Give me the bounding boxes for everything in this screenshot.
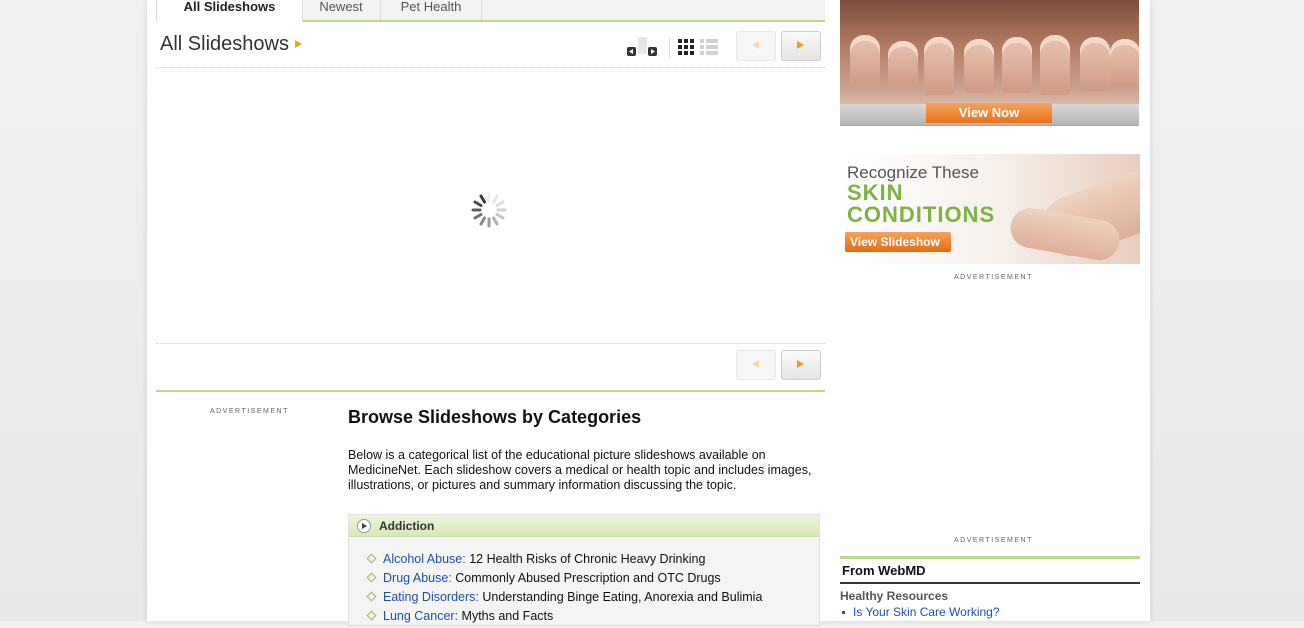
- bullet-icon: [366, 591, 377, 602]
- category-header[interactable]: Addiction: [349, 515, 819, 537]
- view-slideshow-button[interactable]: View Slideshow: [845, 232, 951, 252]
- view-divider: [669, 38, 670, 58]
- category-panel-addiction: Addiction Alcohol Abuse: 12 Health Risks…: [348, 514, 820, 626]
- title-arrow-icon: [294, 39, 302, 48]
- category-title: Addiction: [379, 519, 435, 533]
- promo-image-part: [1002, 37, 1032, 93]
- slideshow-desc: 12 Health Risks of Chronic Heavy Drinkin…: [469, 552, 706, 566]
- prev-arrow-icon: [752, 41, 759, 49]
- loading-spinner-icon: [471, 192, 507, 228]
- tab-all-slideshows[interactable]: All Slideshows: [156, 0, 303, 22]
- bullet-icon: [366, 610, 377, 621]
- prev-button-bottom[interactable]: [736, 350, 776, 380]
- next-arrow-icon: [797, 360, 804, 368]
- tab-newest[interactable]: Newest: [302, 0, 381, 20]
- browse-heading: Browse Slideshows by Categories: [348, 407, 642, 427]
- divider-bottom: [156, 343, 825, 344]
- grid-view-icon[interactable]: [678, 39, 696, 55]
- list-item: Drug Abuse: Commonly Abused Prescription…: [366, 571, 762, 590]
- promo-image-part: [1080, 37, 1110, 91]
- promo-image-part: [1110, 39, 1139, 87]
- prev-button-top[interactable]: [736, 31, 776, 61]
- play-icon: [357, 519, 371, 533]
- divider-top: [156, 67, 825, 68]
- promo-image-part: [1040, 35, 1070, 95]
- promo-image-part: [964, 39, 994, 93]
- promo-line2: SKIN CONDITIONS: [847, 182, 995, 226]
- page-title-text: All Slideshows: [160, 33, 289, 55]
- slideshow-link[interactable]: Drug Abuse:: [383, 571, 452, 585]
- bullet-icon: [366, 553, 377, 564]
- ad-label-left: ADVERTISEMENT: [210, 408, 289, 415]
- promo-word-conditions: CONDITIONS: [847, 202, 996, 227]
- page-title: All Slideshows: [160, 33, 302, 56]
- category-list: Alcohol Abuse: 12 Health Risks of Chroni…: [366, 552, 762, 628]
- promo-nail-fungus[interactable]: View Now: [840, 0, 1139, 126]
- promo-skin-conditions[interactable]: Recognize These SKIN CONDITIONS View Slid…: [840, 154, 1140, 264]
- promo-image-part: [888, 41, 918, 85]
- webmd-heading: From WebMD: [842, 563, 926, 578]
- webmd-link-item: Is Your Skin Care Working?: [842, 605, 1000, 619]
- next-button-top[interactable]: [781, 31, 821, 61]
- webmd-subheading: Healthy Resources: [840, 589, 949, 603]
- prev-arrow-icon: [752, 360, 759, 368]
- bullet-icon: [842, 611, 845, 615]
- carousel-view-icon[interactable]: [625, 36, 665, 58]
- section-rule: [156, 390, 825, 392]
- ad-label-right-bottom: ADVERTISEMENT: [954, 537, 1033, 544]
- slideshow-link[interactable]: Eating Disorders:: [383, 590, 479, 604]
- webmd-underline: [840, 582, 1140, 584]
- slideshow-desc: Understanding Binge Eating, Anorexia and…: [482, 590, 763, 604]
- slideshow-tabs: All Slideshows Newest Pet Health: [156, 0, 825, 22]
- promo-image-part: [850, 35, 880, 85]
- list-item: Eating Disorders: Understanding Binge Ea…: [366, 590, 762, 609]
- bullet-icon: [366, 572, 377, 583]
- tab-pet-health[interactable]: Pet Health: [381, 0, 482, 20]
- browse-description: Below is a categorical list of the educa…: [348, 448, 812, 492]
- slideshow-link[interactable]: Alcohol Abuse:: [383, 552, 466, 566]
- list-item: Alcohol Abuse: 12 Health Risks of Chroni…: [366, 552, 762, 571]
- list-item: Lung Cancer: Myths and Facts: [366, 609, 762, 628]
- webmd-rule: [840, 556, 1140, 559]
- view-now-button[interactable]: View Now: [926, 103, 1052, 123]
- promo-image-part: [924, 37, 954, 95]
- ad-label-right-top: ADVERTISEMENT: [954, 274, 1033, 281]
- next-button-bottom[interactable]: [781, 350, 821, 380]
- list-view-icon[interactable]: [700, 39, 718, 55]
- slideshow-desc: Commonly Abused Prescription and OTC Dru…: [455, 571, 721, 585]
- page-container: All Slideshows Newest Pet Health All Sli…: [147, 0, 1150, 626]
- next-arrow-icon: [797, 41, 804, 49]
- webmd-link[interactable]: Is Your Skin Care Working?: [853, 605, 1000, 619]
